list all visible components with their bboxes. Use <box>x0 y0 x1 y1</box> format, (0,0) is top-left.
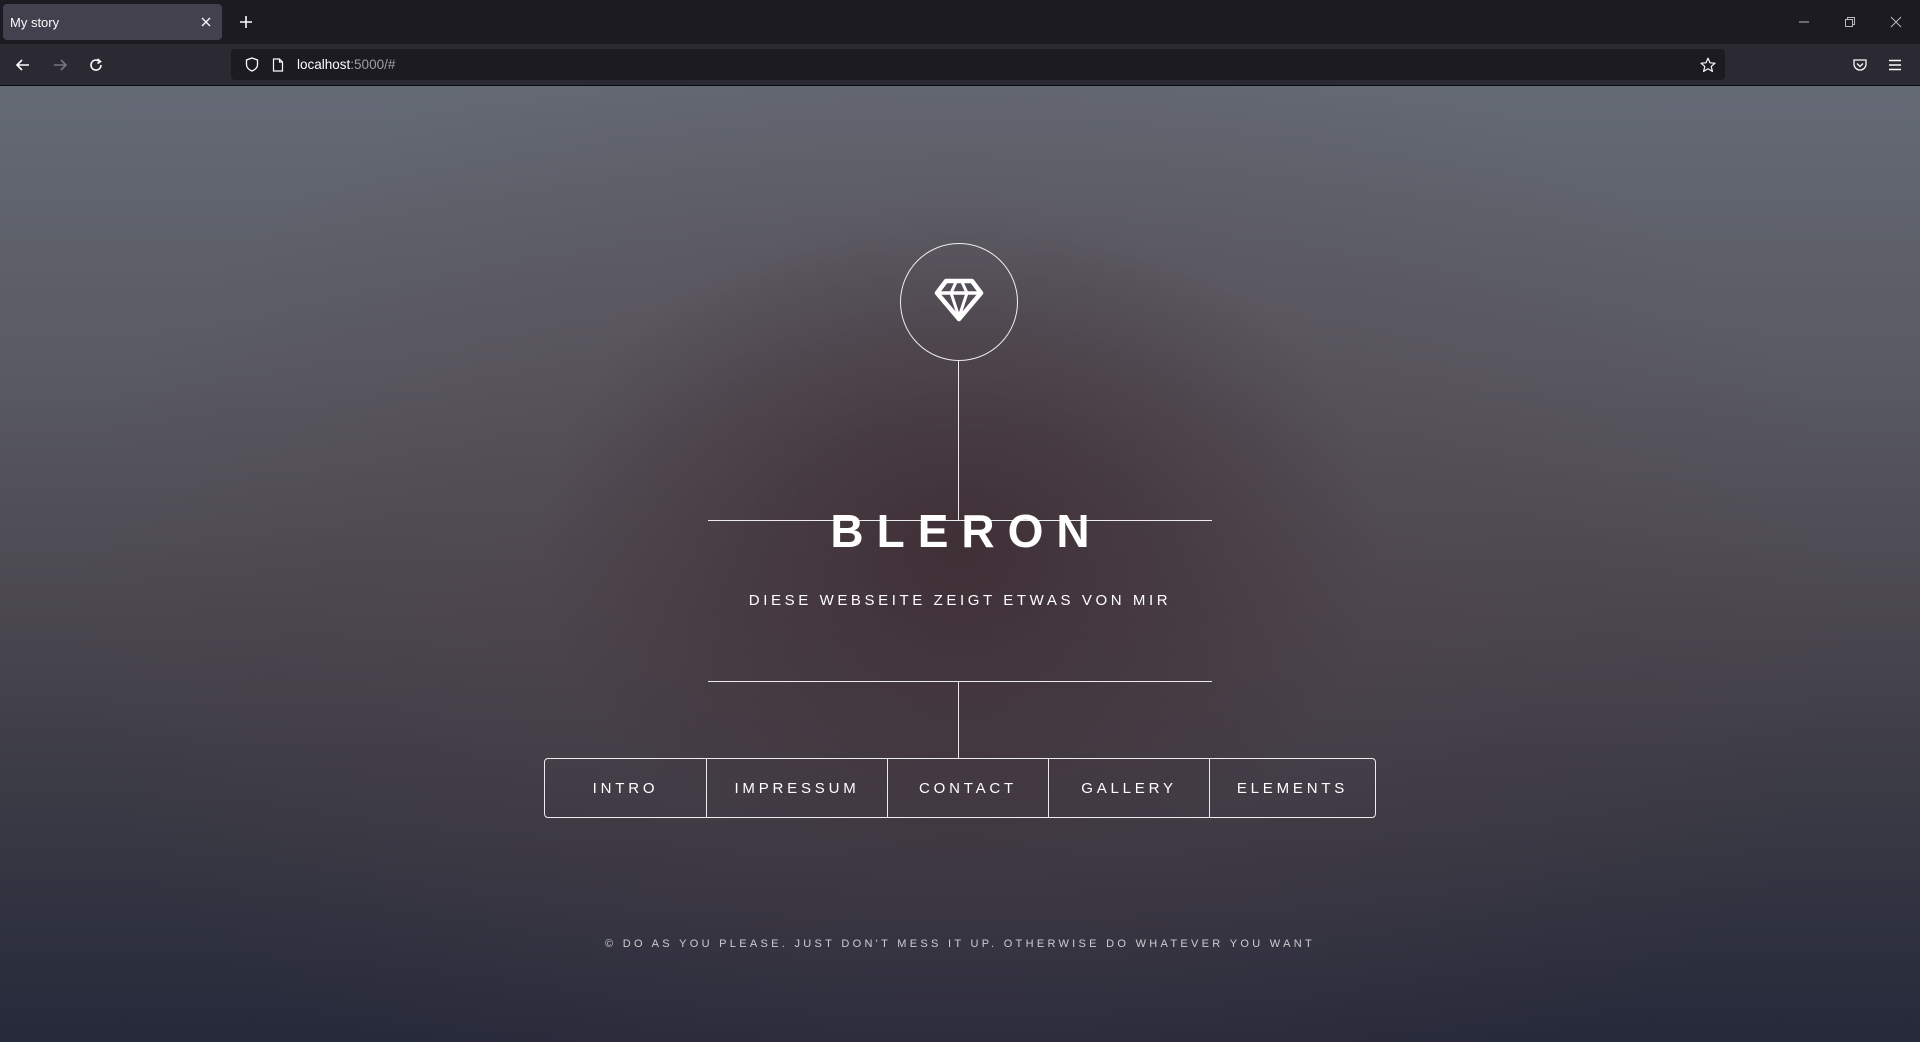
minimize-icon[interactable] <box>1781 0 1827 44</box>
browser-toolbar: localhost:5000/# <box>0 44 1920 86</box>
tab-title: My story <box>10 14 60 30</box>
url-host: localhost <box>297 57 351 72</box>
nav-intro[interactable]: INTRO <box>545 759 706 817</box>
arrow-right-icon[interactable] <box>45 50 75 80</box>
footer-copyright: © DO AS YOU PLEASE. JUST DON'T MESS IT U… <box>605 938 1315 950</box>
logo-circle <box>900 243 1018 361</box>
page-title: BLERON <box>830 505 1103 557</box>
hamburger-menu-icon[interactable] <box>1880 50 1910 80</box>
nav-gallery[interactable]: GALLERY <box>1048 759 1209 817</box>
url-text[interactable]: localhost:5000/# <box>297 57 395 72</box>
nav-elements[interactable]: ELEMENTS <box>1209 759 1375 817</box>
connector-line <box>958 360 959 521</box>
browser-tab[interactable]: My story <box>3 4 222 40</box>
nav-contact[interactable]: CONTACT <box>887 759 1048 817</box>
close-tab-icon[interactable] <box>194 10 218 34</box>
shield-icon[interactable] <box>239 49 265 80</box>
main-nav: INTRO IMPRESSUM CONTACT GALLERY ELEMENTS <box>544 758 1376 818</box>
page-content: BLERON DIESE WEBSEITE ZEIGT ETWAS VON MI… <box>0 86 1920 1042</box>
reload-icon[interactable] <box>81 50 111 80</box>
restore-icon[interactable] <box>1827 0 1873 44</box>
nav-impressum[interactable]: IMPRESSUM <box>706 759 887 817</box>
arrow-left-icon[interactable] <box>8 50 38 80</box>
star-icon[interactable] <box>1695 49 1721 80</box>
connector-line <box>958 682 959 758</box>
close-window-icon[interactable] <box>1873 0 1919 44</box>
pocket-icon[interactable] <box>1845 50 1875 80</box>
tab-strip: My story <box>0 0 1920 44</box>
page-subtitle: DIESE WEBSEITE ZEIGT ETWAS VON MIR <box>748 592 1172 609</box>
page-icon[interactable] <box>265 49 291 80</box>
diamond-icon <box>934 278 984 327</box>
url-bar[interactable]: localhost:5000/# <box>231 49 1725 80</box>
new-tab-icon[interactable] <box>232 8 260 36</box>
url-path: :5000/# <box>350 57 396 72</box>
divider-bottom <box>708 681 1212 682</box>
